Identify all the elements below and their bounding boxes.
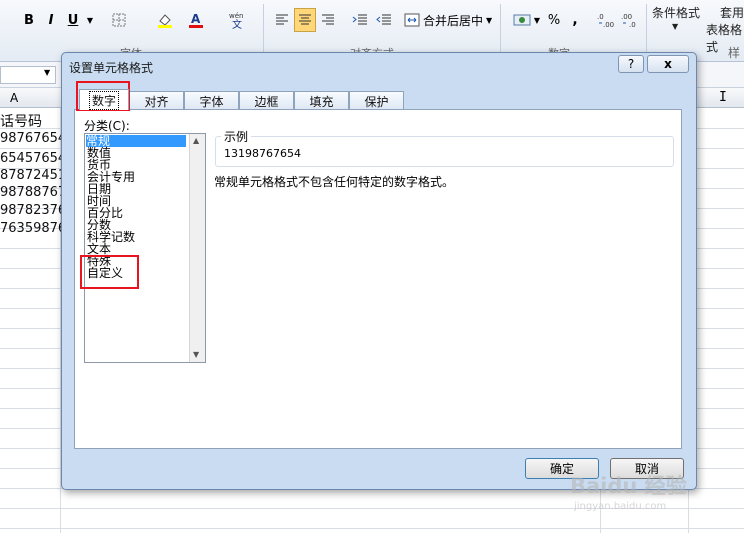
dialog-tab-panel: 分类(C): 常规 数值 货币 会计专用 日期 时间 百分比 分数 科学记数 文…	[74, 109, 682, 449]
category-label: 分类(C):	[84, 119, 130, 133]
baidu-watermark: Baidu 经验 jingyan.baidu.com	[570, 470, 740, 518]
sample-value: 13198767654	[224, 147, 301, 160]
cond-format-dropdown-icon: ▼	[672, 22, 679, 31]
table-format-button[interactable]: 套用	[720, 4, 744, 21]
tab-border[interactable]: 边框	[239, 91, 294, 110]
accounting-format-icon[interactable]	[510, 9, 534, 31]
help-button[interactable]: ?	[618, 55, 644, 73]
border-icon[interactable]	[110, 9, 128, 31]
outdent-icon[interactable]	[374, 9, 394, 31]
category-list[interactable]: 常规 数值 货币 会计专用 日期 时间 百分比 分数 科学记数 文本 特殊 自定…	[84, 133, 206, 363]
dialog-title: 设置单元格格式	[69, 61, 154, 75]
svg-text:.00: .00	[621, 13, 632, 21]
svg-text:wén: wén	[229, 12, 243, 20]
format-description: 常规单元格格式不包含任何特定的数字格式。	[214, 175, 455, 189]
svg-text:.00: .00	[603, 21, 614, 28]
cell-a1[interactable]: 话号码	[0, 111, 42, 131]
cell-a7[interactable]: 76359876	[0, 221, 66, 236]
ribbon-separator	[263, 4, 264, 58]
scroll-up-icon[interactable]: ▲	[193, 136, 199, 145]
tab-alignment[interactable]: 对齐	[129, 91, 184, 110]
font-color-icon[interactable]: A	[186, 9, 206, 31]
highlight-custom-category	[80, 255, 139, 289]
tab-number[interactable]: 数字	[79, 89, 129, 110]
bold-button[interactable]: B	[20, 9, 38, 31]
watermark-url: jingyan.baidu.com	[574, 501, 667, 512]
merge-center-label: 合并后居中	[423, 13, 484, 28]
svg-text:.0: .0	[597, 13, 604, 21]
category-scrollbar[interactable]: ▲ ▼	[189, 134, 205, 362]
comma-button[interactable]: ,	[568, 9, 582, 31]
accounting-dropdown-icon[interactable]: ▼	[532, 9, 542, 31]
align-right-icon[interactable]	[318, 9, 338, 31]
close-button[interactable]: x	[647, 55, 689, 73]
sample-label: 示例	[221, 128, 252, 145]
indent-icon[interactable]	[350, 9, 370, 31]
cell-a2[interactable]: 98767654	[0, 131, 66, 146]
scroll-down-icon[interactable]: ▼	[193, 350, 199, 359]
phonetic-icon[interactable]: wén 文	[228, 9, 250, 31]
cell-a4[interactable]: 87872451	[0, 168, 66, 183]
column-a-header[interactable]: A	[10, 91, 18, 105]
tab-protection[interactable]: 保护	[349, 91, 404, 110]
format-cells-dialog: 设置单元格格式 ? x 数字 对齐 字体 边框 填充 保护 分类(C): 常规 …	[61, 52, 697, 490]
tab-number-label: 数字	[88, 90, 120, 110]
name-box-dropdown-icon[interactable]: ▼	[44, 68, 50, 77]
svg-text:文: 文	[232, 18, 242, 29]
watermark-brand: Baidu 经验	[570, 474, 687, 498]
tab-font[interactable]: 字体	[184, 91, 239, 110]
align-center-icon[interactable]	[294, 8, 316, 32]
fill-color-icon[interactable]	[155, 9, 175, 31]
increase-decimal-icon[interactable]: .0.00	[596, 9, 618, 31]
cell-a3[interactable]: 65457654	[0, 151, 66, 166]
ribbon-separator	[646, 4, 647, 58]
text-cursor-icon: I	[719, 90, 727, 105]
svg-text:A: A	[191, 12, 201, 26]
tab-fill[interactable]: 填充	[294, 91, 349, 110]
merge-center-button[interactable]: 合并后居中 ▼	[404, 9, 496, 31]
sample-box: 13198767654	[215, 136, 674, 167]
decrease-decimal-icon[interactable]: .00.0	[620, 9, 642, 31]
percent-button[interactable]: %	[545, 9, 563, 31]
conditional-format-button[interactable]: 条件格式	[652, 4, 700, 21]
ribbon-separator	[500, 4, 501, 58]
cell-a5[interactable]: 98788767	[0, 185, 66, 200]
underline-dropdown-icon[interactable]: ▼	[85, 9, 95, 31]
svg-text:.0: .0	[629, 21, 636, 28]
merge-dropdown-icon: ▼	[486, 15, 493, 25]
cell-a6[interactable]: 98782376	[0, 203, 66, 218]
italic-button[interactable]: I	[42, 9, 60, 31]
align-left-icon[interactable]	[272, 9, 292, 31]
underline-button[interactable]: U	[64, 9, 82, 31]
styles-group-label: 样	[728, 46, 741, 60]
